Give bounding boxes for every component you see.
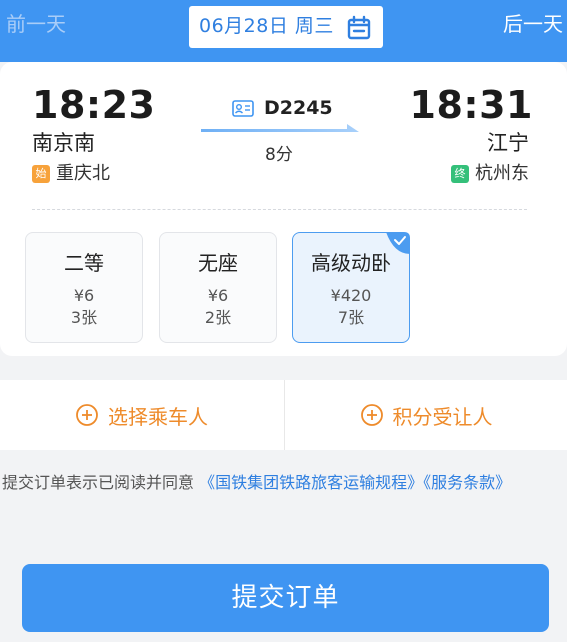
seat-option-deluxe-sleeper[interactable]: 高级动卧 ¥420 7张 bbox=[292, 232, 410, 343]
next-day-button[interactable]: 后一天 bbox=[503, 12, 563, 36]
seat-price: ¥420 bbox=[330, 286, 372, 305]
seat-count: 3张 bbox=[70, 308, 98, 327]
journey-arrow-icon bbox=[201, 124, 359, 132]
terms-prefix: 提交订单表示已阅读并同意 bbox=[2, 473, 195, 492]
seat-name: 二等 bbox=[64, 251, 104, 275]
departure-station: 南京南 bbox=[32, 131, 95, 155]
terminal-station: 杭州东 bbox=[475, 163, 529, 184]
date-selector[interactable]: 06月28日 周三 bbox=[189, 6, 383, 48]
train-number: D2245 bbox=[264, 97, 333, 119]
seat-price: ¥6 bbox=[207, 286, 229, 305]
train-info-card: 18:23 南京南 始 重庆北 D2245 8分 18:31 江宁 终 杭州东 … bbox=[0, 62, 567, 356]
select-passenger-label: 选择乘车人 bbox=[108, 404, 208, 429]
calendar-icon bbox=[347, 15, 371, 40]
points-transfer-label: 积分受让人 bbox=[392, 404, 493, 429]
selected-date: 06月28日 周三 bbox=[199, 15, 334, 37]
rules-link[interactable]: 《国铁集团铁路旅客运输规程》 bbox=[199, 473, 423, 492]
prev-day-button[interactable]: 前一天 bbox=[6, 12, 66, 36]
arrival-station: 江宁 bbox=[487, 131, 529, 155]
terms-notice: 提交订单表示已阅读并同意 《国铁集团铁路旅客运输规程》《服务条款》 bbox=[2, 467, 562, 499]
terminal-station-row: 终 杭州东 bbox=[451, 162, 529, 186]
seat-option-second-class[interactable]: 二等 ¥6 3张 bbox=[25, 232, 143, 343]
departure-time: 18:23 bbox=[32, 83, 156, 127]
divider bbox=[32, 209, 527, 210]
terminal-tag: 终 bbox=[451, 165, 469, 183]
seat-name: 无座 bbox=[198, 251, 238, 275]
train-number-row[interactable]: D2245 bbox=[232, 96, 333, 120]
select-passenger-button[interactable]: 选择乘车人 bbox=[0, 380, 283, 450]
arrival-time: 18:31 bbox=[409, 83, 533, 127]
plus-circle-icon bbox=[360, 404, 383, 426]
seat-count: 2张 bbox=[204, 308, 232, 327]
journey-duration: 8分 bbox=[265, 145, 293, 165]
passenger-actions: 选择乘车人 积分受让人 bbox=[0, 380, 567, 450]
submit-order-button[interactable]: 提交订单 bbox=[22, 564, 549, 632]
seat-name: 高级动卧 bbox=[311, 251, 391, 275]
origin-station: 重庆北 bbox=[56, 163, 110, 184]
origin-station-row: 始 重庆北 bbox=[32, 162, 110, 186]
points-transfer-button[interactable]: 积分受让人 bbox=[284, 380, 567, 450]
service-terms-link[interactable]: 《服务条款》 bbox=[423, 473, 511, 492]
seat-count: 7张 bbox=[337, 308, 365, 327]
date-navigation-bar: 前一天 06月28日 周三 后一天 bbox=[0, 0, 567, 62]
origin-tag: 始 bbox=[32, 165, 50, 183]
seat-option-no-seat[interactable]: 无座 ¥6 2张 bbox=[159, 232, 277, 343]
seat-price: ¥6 bbox=[73, 286, 95, 305]
id-card-icon bbox=[232, 99, 254, 117]
plus-circle-icon bbox=[76, 404, 98, 426]
